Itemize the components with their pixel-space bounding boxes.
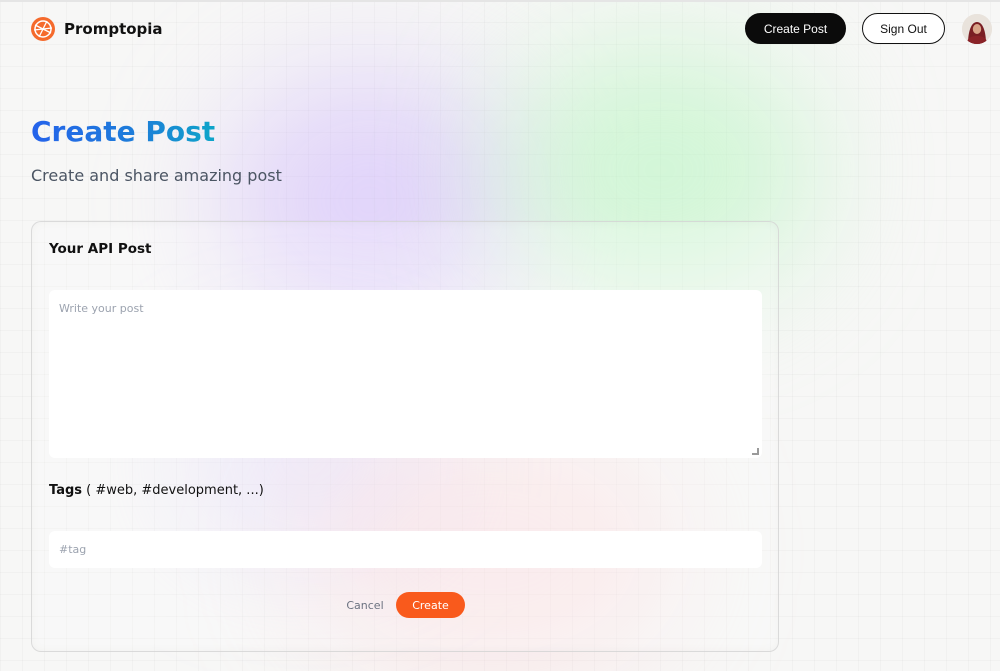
logo-icon bbox=[31, 17, 55, 41]
create-post-button[interactable]: Create Post bbox=[745, 13, 846, 44]
sign-out-button[interactable]: Sign Out bbox=[862, 13, 945, 44]
tag-input[interactable] bbox=[49, 531, 762, 568]
create-post-form: Your API Post Tags ( #web, #development,… bbox=[31, 221, 779, 652]
tags-hint: ( #web, #development, ...) bbox=[82, 483, 264, 498]
avatar-image bbox=[962, 14, 992, 44]
top-navbar: Promptopia Create Post Sign Out bbox=[0, 0, 1000, 58]
post-textarea[interactable] bbox=[49, 290, 762, 458]
tags-label: Tags ( #web, #development, ...) bbox=[49, 483, 264, 498]
post-label: Your API Post bbox=[49, 241, 152, 257]
page-title: Create Post bbox=[31, 115, 216, 148]
app-name: Promptopia bbox=[64, 20, 163, 38]
cancel-button[interactable]: Cancel bbox=[338, 595, 392, 615]
user-avatar-icon[interactable] bbox=[962, 14, 992, 44]
resize-handle-icon[interactable] bbox=[752, 448, 759, 455]
tags-label-text: Tags bbox=[49, 483, 83, 498]
page-subtitle: Create and share amazing post bbox=[31, 166, 282, 185]
create-submit-button[interactable]: Create bbox=[396, 592, 465, 618]
home-logo-link[interactable]: Promptopia bbox=[30, 16, 163, 42]
